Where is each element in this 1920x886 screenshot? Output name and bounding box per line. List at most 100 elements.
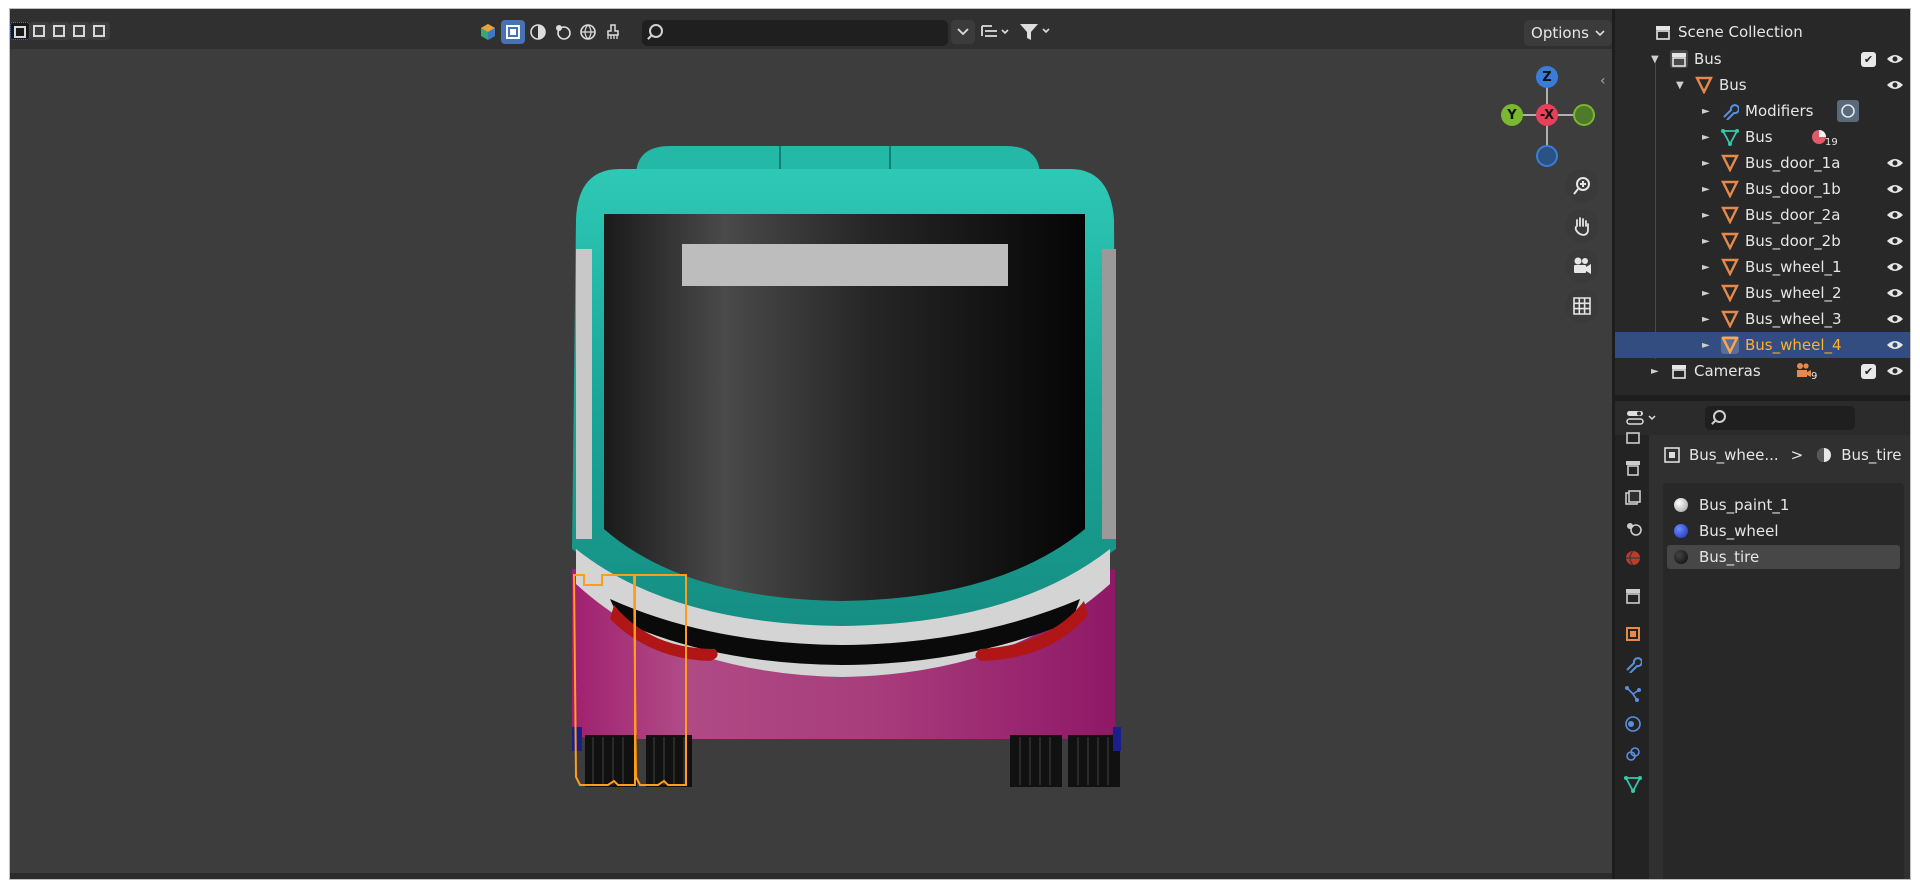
select-invert-icon[interactable]	[70, 22, 90, 40]
eye-icon[interactable]	[1886, 209, 1904, 221]
material-name: Bus_tire	[1699, 548, 1760, 566]
eye-icon[interactable]	[1886, 79, 1904, 91]
editor-type-button[interactable]	[1625, 407, 1661, 429]
select-intersect-icon[interactable]	[90, 22, 110, 40]
eye-icon[interactable]	[1886, 183, 1904, 195]
eye-icon[interactable]	[1886, 235, 1904, 247]
tab-render-icon[interactable]	[1622, 427, 1644, 449]
zoom-icon[interactable]	[1565, 169, 1599, 203]
eye-icon[interactable]	[1886, 287, 1904, 299]
tab-collection-icon[interactable]	[1622, 585, 1644, 607]
display-mode-icon[interactable]	[978, 20, 1014, 44]
eye-icon[interactable]	[1886, 339, 1904, 351]
expand-arrow-icon[interactable]: ▼	[1676, 80, 1686, 91]
expand-arrow-icon[interactable]: ►	[1702, 132, 1712, 143]
tab-particles-icon[interactable]	[1622, 683, 1644, 705]
tab-constraints-icon[interactable]	[1622, 743, 1644, 765]
viewport-search-field[interactable]	[642, 20, 948, 46]
expand-arrow-icon[interactable]: ▼	[1651, 54, 1661, 65]
material-slot-list[interactable]: Bus_paint_1 Bus_wheel Bus_tire	[1663, 483, 1904, 879]
eye-icon[interactable]	[1886, 157, 1904, 169]
outliner-item-bus-wheel-1[interactable]: ► Bus_wheel_1	[1615, 254, 1910, 280]
camera-view-icon[interactable]	[1565, 249, 1599, 283]
filter-icon[interactable]	[1016, 20, 1056, 44]
expand-arrow-icon[interactable]: ►	[1651, 366, 1661, 377]
outliner-item-bus-wheel-3[interactable]: ► Bus_wheel_3	[1615, 306, 1910, 332]
outliner-item-label: Bus_wheel_2	[1745, 284, 1842, 302]
outliner-item-label: Bus_door_2a	[1745, 206, 1841, 224]
outliner-item-bus-door-2a[interactable]: ► Bus_door_2a	[1615, 202, 1910, 228]
outliner-item-bus-object[interactable]: ▼ Bus	[1615, 72, 1910, 98]
expand-arrow-icon[interactable]: ►	[1702, 236, 1712, 247]
outliner-item-bus-mesh[interactable]: ► Bus 19	[1615, 124, 1910, 150]
outliner-item-modifiers[interactable]: ► Modifiers	[1615, 98, 1910, 124]
outliner-item-bus-wheel-2[interactable]: ► Bus_wheel_2	[1615, 280, 1910, 306]
tab-world-icon[interactable]	[1622, 547, 1644, 569]
viewport-search-input[interactable]	[670, 22, 940, 44]
solid-shading-icon[interactable]	[526, 20, 550, 44]
brush-icon[interactable]	[601, 20, 625, 44]
gizmo-neg-y-axis[interactable]	[1573, 104, 1595, 126]
material-slot-bus-wheel[interactable]: Bus_wheel	[1667, 519, 1900, 543]
select-box-icon[interactable]	[501, 20, 525, 44]
pan-hand-icon[interactable]	[1565, 209, 1599, 243]
tab-output-icon[interactable]	[1622, 457, 1644, 479]
checkbox-icon[interactable]: ✔	[1861, 51, 1876, 67]
outliner-panel[interactable]: Scene Collection ▼ Bus ✔ ▼ Bus ► Modifie…	[1615, 9, 1910, 395]
tab-scene-icon[interactable]	[1622, 517, 1644, 539]
material-slot-bus-paint-1[interactable]: Bus_paint_1	[1667, 493, 1900, 517]
tab-object-icon[interactable]	[1622, 623, 1644, 645]
3d-viewport[interactable]: Options Z Y -X ‹	[10, 9, 1612, 873]
gizmo-neg-x-axis[interactable]: -X	[1536, 104, 1558, 126]
outliner-item-label: Bus_wheel_1	[1745, 258, 1842, 276]
search-dropdown-icon[interactable]	[951, 20, 975, 44]
expand-arrow-icon[interactable]: ►	[1702, 314, 1712, 325]
gizmo-y-axis[interactable]: Y	[1501, 104, 1523, 126]
scene-collection-row[interactable]: Scene Collection	[1615, 19, 1910, 45]
modifier-badge-icon	[1837, 100, 1859, 122]
gizmo-z-axis[interactable]: Z	[1536, 66, 1558, 88]
outliner-item-bus-wheel-4[interactable]: ► Bus_wheel_4	[1615, 332, 1910, 358]
properties-panel[interactable]: Bus_whee... > Bus_tire Bus_paint_1 Bus_w…	[1615, 401, 1910, 879]
eye-icon[interactable]	[1886, 313, 1904, 325]
outliner-item-bus-door-2b[interactable]: ► Bus_door_2b	[1615, 228, 1910, 254]
tab-modifiers-wrench-icon[interactable]	[1622, 653, 1644, 675]
eye-icon[interactable]	[1886, 365, 1904, 377]
expand-arrow-icon[interactable]: ►	[1702, 106, 1712, 117]
grid-view-icon[interactable]	[1565, 289, 1599, 323]
properties-search-input[interactable]	[1731, 408, 1849, 428]
eye-icon[interactable]	[1886, 53, 1904, 65]
material-slot-bus-tire[interactable]: Bus_tire	[1667, 545, 1900, 569]
rendered-shading-icon[interactable]	[576, 20, 600, 44]
outliner-item-label: Cameras	[1694, 362, 1761, 380]
eye-icon[interactable]	[1886, 261, 1904, 273]
sidebar-toggle-icon[interactable]: ‹	[1600, 73, 1606, 89]
material-preview-icon[interactable]	[551, 20, 575, 44]
expand-arrow-icon[interactable]: ►	[1702, 288, 1712, 299]
properties-search-field[interactable]	[1705, 406, 1855, 430]
breadcrumb-material-label[interactable]: Bus_tire	[1841, 446, 1901, 464]
outliner-item-bus-door-1b[interactable]: ► Bus_door_1b	[1615, 176, 1910, 202]
expand-arrow-icon[interactable]: ►	[1702, 158, 1712, 169]
outliner-item-bus-collection[interactable]: ▼ Bus ✔	[1615, 46, 1910, 72]
select-extend-icon[interactable]	[30, 22, 50, 40]
search-icon	[649, 24, 663, 38]
outliner-item-cameras[interactable]: ► Cameras 9 ✔	[1615, 358, 1910, 384]
checkbox-icon[interactable]: ✔	[1861, 363, 1876, 379]
bus-model-render[interactable]	[10, 49, 1612, 873]
gizmo-neg-z-axis[interactable]	[1536, 145, 1558, 167]
select-subtract-icon[interactable]	[50, 22, 70, 40]
tab-physics-icon[interactable]	[1622, 713, 1644, 735]
expand-arrow-icon[interactable]: ►	[1702, 262, 1712, 273]
expand-arrow-icon[interactable]: ►	[1702, 184, 1712, 195]
outliner-item-bus-door-1a[interactable]: ► Bus_door_1a	[1615, 150, 1910, 176]
select-new-icon[interactable]	[10, 22, 30, 40]
options-button[interactable]: Options	[1524, 20, 1612, 46]
expand-arrow-icon[interactable]: ►	[1702, 210, 1712, 221]
tab-view-layer-icon[interactable]	[1622, 487, 1644, 509]
breadcrumb-object-label[interactable]: Bus_whee...	[1689, 446, 1779, 464]
object-types-icon[interactable]	[476, 20, 500, 44]
tab-mesh-data-icon[interactable]	[1622, 773, 1644, 795]
expand-arrow-icon[interactable]: ►	[1702, 340, 1712, 351]
object-triangle-icon	[1721, 180, 1739, 198]
